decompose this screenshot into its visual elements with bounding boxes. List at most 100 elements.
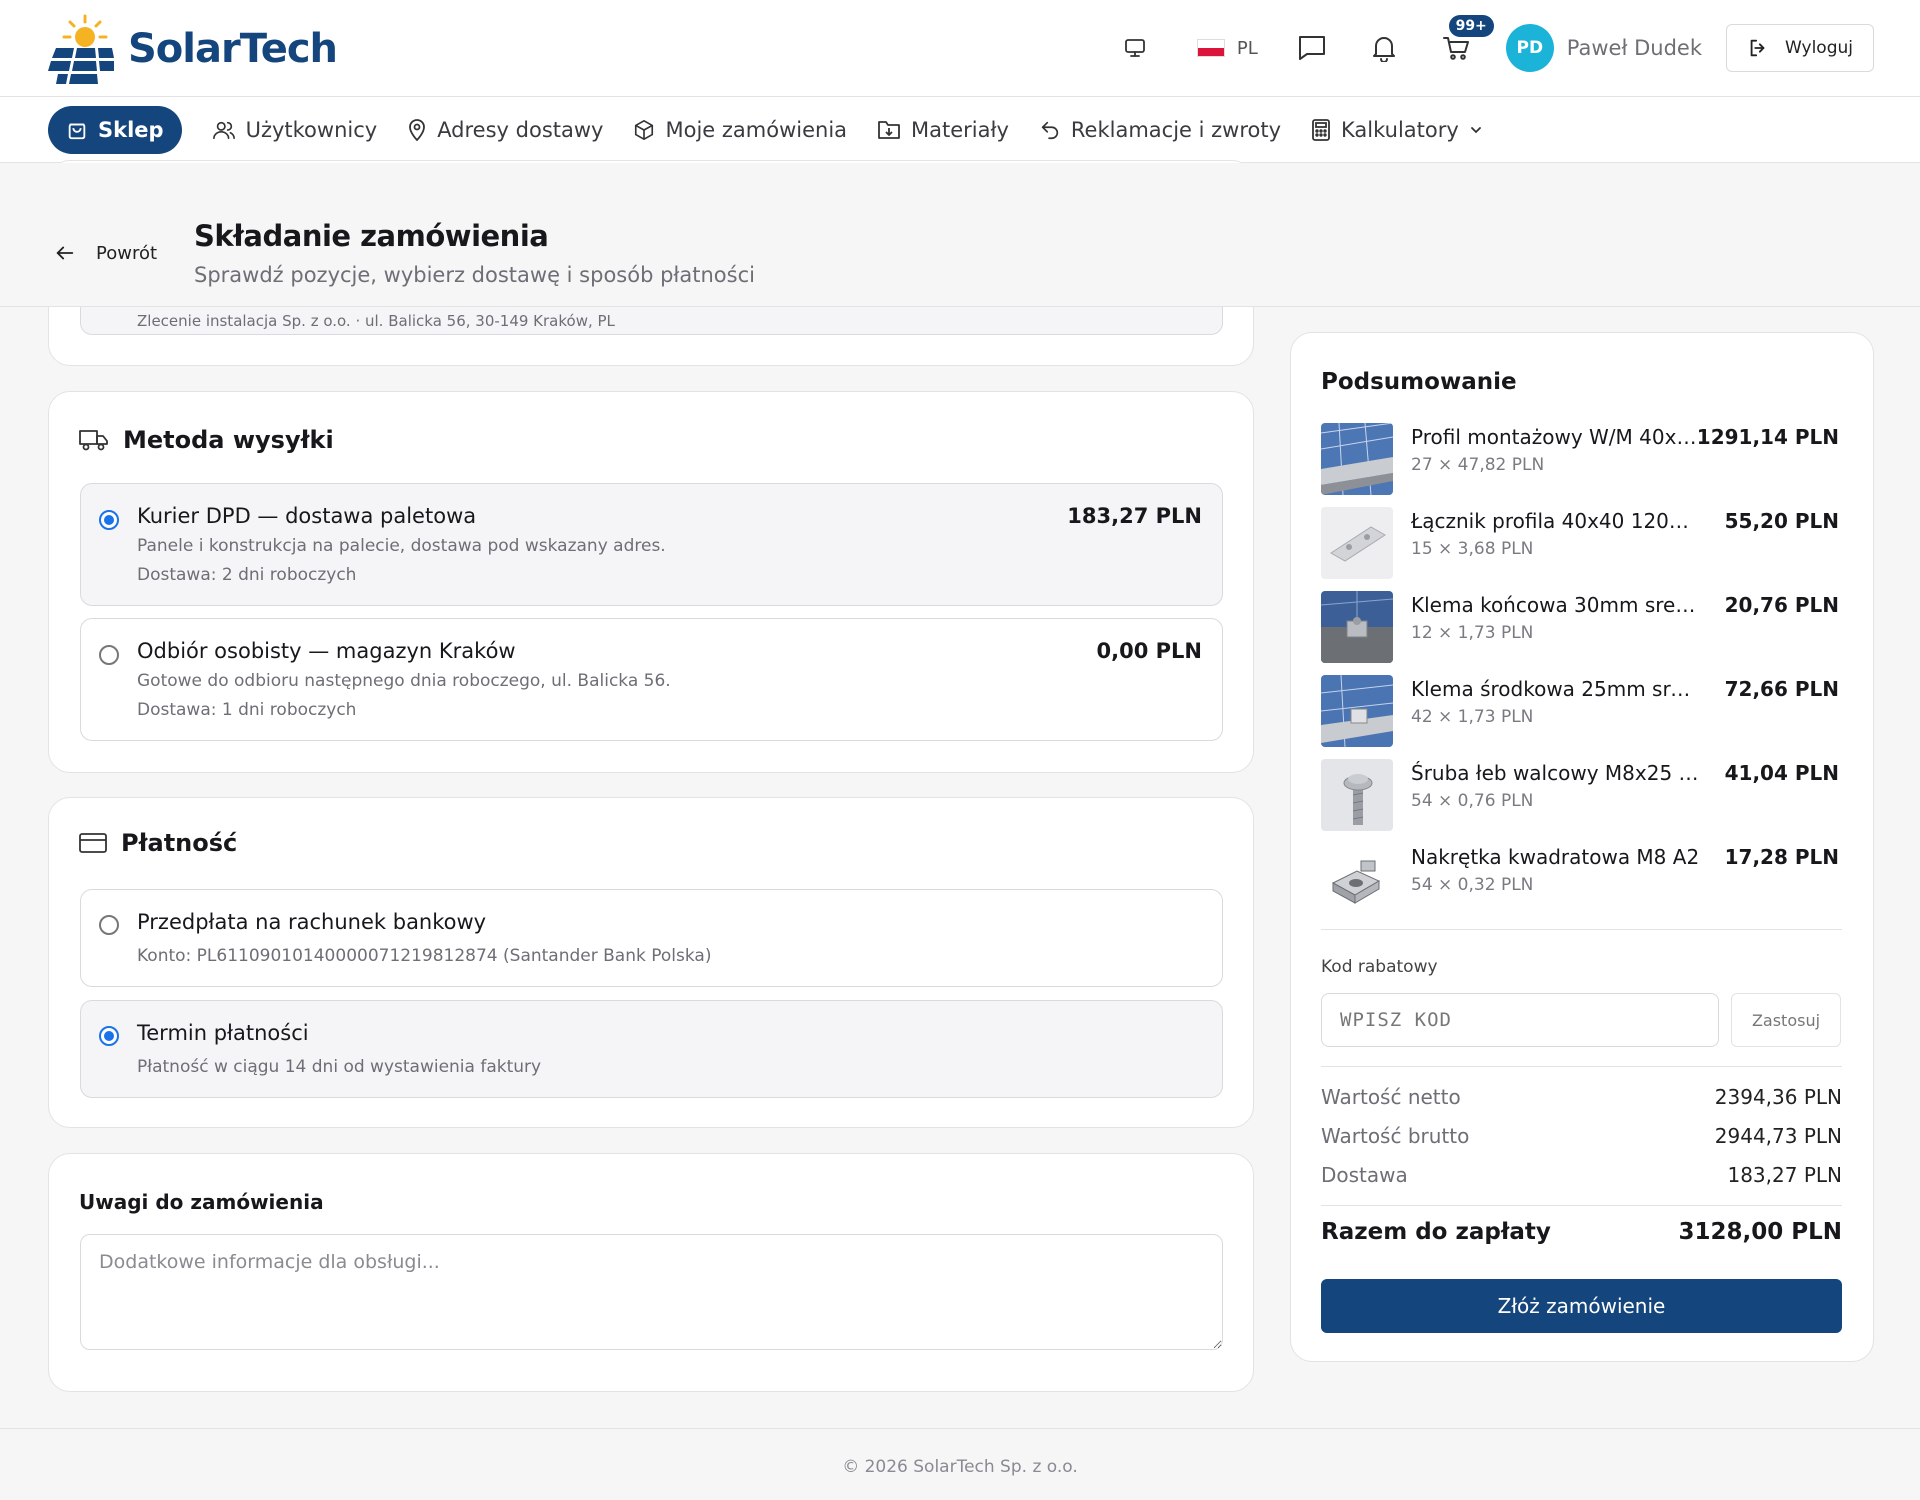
calculator-icon [1312,119,1330,141]
poland-flag-icon [1196,39,1225,57]
chevron-down-icon [1470,127,1481,134]
order-summary: Podsumowanie Profil montażowy W/M 40x40 … [1290,332,1874,1362]
nav-item-orders[interactable]: Moje zamówienia [633,106,847,154]
net-value: 2394,36 PLN [1714,1085,1842,1109]
nav-item-calculators[interactable]: Kalkulatory [1311,106,1483,154]
item-price: 55,20 PLN [1724,509,1839,533]
nav-item-shop[interactable]: Sklep [48,106,182,154]
option-description: Konto: PL61109010140000071219812874 (San… [137,946,712,966]
nav-item-users[interactable]: Użytkownicy [212,106,378,154]
summary-item[interactable]: Klema końcowa 30mm srebrna 12 × 1,73 PLN… [1321,591,1839,665]
nav-label: Użytkownicy [245,118,378,142]
address-text: Zlecenie instalacja Sp. z o.o. · ul. Bal… [137,312,615,330]
delivery-row: Dostawa 183,27 PLN [1321,1163,1842,1187]
summary-item[interactable]: Nakrętka kwadratowa M8 A2 54 × 0,32 PLN … [1321,843,1839,917]
arrow-left-icon [56,246,74,260]
nav-item-addresses[interactable]: Adresy dostawy [407,106,603,154]
page-title: Składanie zamówienia [194,219,549,253]
bell-icon[interactable] [1360,24,1408,72]
order-notes-textarea[interactable] [80,1234,1223,1350]
user-name[interactable]: Paweł Dudek [1567,36,1702,60]
chat-icon[interactable] [1288,24,1336,72]
item-quantity: 54 × 0,32 PLN [1411,875,1534,895]
footer: © 2026 SolarTech Sp. z o.o. [0,1428,1920,1500]
item-name: Profil montażowy W/M 40x40 [1411,425,1701,449]
item-quantity: 27 × 47,82 PLN [1411,455,1545,475]
language-selector[interactable]: PL [1196,38,1258,59]
summary-item[interactable]: Profil montażowy W/M 40x40 27 × 47,82 PL… [1321,423,1839,497]
divider [1321,929,1842,930]
delivery-label: Dostawa [1321,1163,1408,1187]
logout-icon [1750,39,1765,57]
option-title: Termin płatności [137,1021,309,1045]
promo-label: Kod rabatowy [1321,957,1438,977]
option-price: 0,00 PLN [1096,639,1202,663]
product-thumbnail [1321,843,1393,915]
notes-title: Uwagi do zamówienia [79,1190,324,1214]
cart-badge: 99+ [1448,15,1494,37]
package-icon [635,120,654,140]
promo-code-input[interactable] [1321,993,1719,1047]
gross-value: 2944,73 PLN [1714,1124,1842,1148]
shipping-title: Metoda wysyłki [79,426,334,454]
back-label: Powrót [96,242,158,264]
item-price: 20,76 PLN [1724,593,1839,617]
option-delivery-time: Dostawa: 1 dni roboczych [137,700,357,720]
nav-label: Sklep [98,118,164,142]
monitor-icon[interactable] [1111,24,1159,72]
shopping-bag-icon [68,123,86,140]
logo[interactable]: SolarTech [48,14,338,84]
payment-option-prepayment[interactable]: Przedpłata na rachunek bankowy Konto: PL… [80,889,1223,987]
radio-button[interactable] [99,915,119,935]
item-price: 72,66 PLN [1724,677,1839,701]
product-thumbnail [1321,675,1393,747]
shipping-card: Metoda wysyłki Kurier DPD — dostawa pale… [48,391,1254,773]
apply-promo-button[interactable]: Zastosuj [1731,993,1841,1047]
summary-item[interactable]: Klema środkowa 25mm srebrna 42 × 1,73 PL… [1321,675,1839,749]
logout-label: Wyloguj [1785,38,1853,58]
radio-button[interactable] [99,510,119,530]
item-name: Łącznik profila 40x40 120mm [1411,509,1701,533]
option-title: Przedpłata na rachunek bankowy [137,910,487,934]
logout-button[interactable]: Wyloguj [1726,24,1874,72]
nav-item-returns[interactable]: Reklamacje i zwroty [1039,106,1281,154]
place-order-button[interactable]: Złóż zamówienie [1321,1279,1842,1333]
item-price: 17,28 PLN [1724,845,1839,869]
radio-button[interactable] [99,1026,119,1046]
summary-item[interactable]: Śruba łeb walcowy M8x25 A2 54 × 0,76 PLN… [1321,759,1839,833]
nav-label: Kalkulatory [1341,118,1459,142]
gross-value-row: Wartość brutto 2944,73 PLN [1321,1124,1842,1148]
option-description: Panele i konstrukcja na palecie, dostawa… [137,536,666,556]
header-actions: PL 99+ PD Paweł Dudek Wyloguj [1087,15,1874,72]
total-value: 3128,00 PLN [1678,1219,1842,1245]
cart-button[interactable]: 99+ [1432,15,1494,72]
item-quantity: 12 × 1,73 PLN [1411,623,1534,643]
divider [1321,1066,1842,1067]
shipping-option-dpd[interactable]: Kurier DPD — dostawa paletowa 183,27 PLN… [80,483,1223,606]
back-button[interactable]: Powrót [54,242,157,264]
top-header: SolarTech PL 99+ PD Paweł Dudek Wyloguj [0,0,1920,97]
shipping-option-pickup[interactable]: Odbiór osobisty — magazyn Kraków 0,00 PL… [80,618,1223,741]
option-price: 183,27 PLN [1067,504,1202,528]
radio-button[interactable] [99,645,119,665]
map-pin-icon [409,119,426,142]
item-name: Nakrętka kwadratowa M8 A2 [1411,845,1700,869]
nav-item-materials[interactable]: Materiały [877,106,1009,154]
payment-title: Płatność [79,829,237,857]
gross-label: Wartość brutto [1321,1124,1470,1148]
logo-text: SolarTech [128,26,338,72]
summary-item[interactable]: Łącznik profila 40x40 120mm 15 × 3,68 PL… [1321,507,1839,581]
option-description: Płatność w ciągu 14 dni od wystawienia f… [137,1057,542,1077]
page-subtitle: Sprawdź pozycje, wybierz dostawę i sposó… [194,263,755,287]
option-description: Gotowe do odbioru następnego dnia robocz… [137,671,671,691]
solar-logo-icon [48,14,114,84]
payment-option-deferred[interactable]: Termin płatności Płatność w ciągu 14 dni… [80,1000,1223,1098]
item-name: Klema środkowa 25mm srebrna [1411,677,1701,701]
footer-copyright: © 2026 SolarTech Sp. z o.o. [842,1457,1078,1477]
avatar[interactable]: PD [1505,24,1554,72]
payment-card: Płatność Przedpłata na rachunek bankowy … [48,797,1254,1128]
item-quantity: 54 × 0,76 PLN [1411,791,1534,811]
folder-download-icon [878,121,900,139]
net-label: Wartość netto [1321,1085,1461,1109]
undo-icon [1041,121,1058,140]
